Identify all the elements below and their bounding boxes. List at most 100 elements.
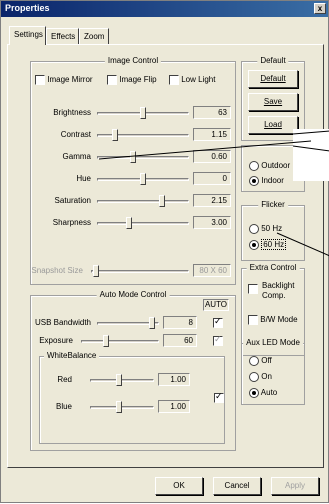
backlight-comp-checkbox[interactable] xyxy=(248,284,258,294)
brightness-value: 63 xyxy=(193,106,231,119)
white-balance-auto-checkbox[interactable] xyxy=(214,391,224,403)
blue-value: 1.00 xyxy=(158,400,190,413)
close-icon: x xyxy=(317,4,323,13)
image-mirror-option[interactable]: Image Mirror xyxy=(35,75,93,85)
brightness-label: Brightness xyxy=(53,108,91,117)
usb-bandwidth-thumb[interactable] xyxy=(149,317,155,329)
aux-led-auto-label: Auto xyxy=(260,388,278,398)
bw-mode-option[interactable]: B/W Mode xyxy=(248,315,298,325)
exposure-row: Exposure 60 xyxy=(31,334,237,348)
usb-bandwidth-auto-checkbox[interactable] xyxy=(213,316,223,328)
outdoor-radio[interactable] xyxy=(249,161,259,171)
exposure-auto-checkbox[interactable] xyxy=(213,334,223,346)
saturation-label: Saturation xyxy=(54,196,91,205)
image-flip-option[interactable]: Image Flip xyxy=(107,75,157,85)
saturation-slider[interactable] xyxy=(97,194,189,208)
default-button[interactable]: Default xyxy=(248,70,298,88)
brightness-slider[interactable] xyxy=(97,106,189,120)
usb-bandwidth-slider[interactable] xyxy=(97,316,159,330)
image-mirror-checkbox[interactable] xyxy=(35,75,45,85)
sharpness-thumb[interactable] xyxy=(126,217,132,229)
aux-led-on-label: On xyxy=(261,372,272,382)
blue-row: Blue 1.00 xyxy=(40,400,200,414)
aux-led-auto-radio[interactable] xyxy=(249,388,259,398)
aux-led-off-label: Off xyxy=(261,356,272,366)
bw-mode-label: B/W Mode xyxy=(260,315,298,325)
red-value: 1.00 xyxy=(158,373,190,386)
exposure-slider[interactable] xyxy=(81,334,159,348)
outdoor-option[interactable]: Outdoor xyxy=(249,161,290,171)
low-light-label: Low Light xyxy=(181,75,216,85)
tab-settings[interactable]: Settings xyxy=(9,26,46,45)
gamma-slider[interactable] xyxy=(97,150,189,164)
contrast-row: Contrast 1.15 xyxy=(31,128,237,142)
aux-led-auto-option[interactable]: Auto xyxy=(249,388,277,398)
bw-mode-checkbox[interactable] xyxy=(248,315,258,325)
hue-label: Hue xyxy=(76,174,91,183)
red-slider[interactable] xyxy=(90,373,154,387)
properties-window: Properties x Settings Effects Zoom Image… xyxy=(0,0,329,503)
image-control-group: Image Control Image Mirror Image Flip Lo… xyxy=(30,56,237,285)
aux-led-on-option[interactable]: On xyxy=(249,372,272,382)
close-button[interactable]: x xyxy=(314,3,326,14)
settings-panel: Image Control Image Mirror Image Flip Lo… xyxy=(7,44,324,468)
cancel-button[interactable]: Cancel xyxy=(213,477,261,495)
hue-slider[interactable] xyxy=(97,172,189,186)
default-title: Default xyxy=(257,56,289,65)
gamma-row: Gamma 0.60 xyxy=(31,150,237,164)
flicker-50hz-radio[interactable] xyxy=(249,224,259,234)
low-light-checkbox[interactable] xyxy=(169,75,179,85)
snapshot-size-thumb[interactable] xyxy=(93,265,99,277)
contrast-thumb[interactable] xyxy=(112,129,118,141)
red-row: Red 1.00 xyxy=(40,373,200,387)
exposure-thumb[interactable] xyxy=(103,335,109,347)
indoor-label: Indoor xyxy=(261,176,284,186)
gamma-thumb[interactable] xyxy=(130,151,136,163)
image-flip-checkbox[interactable] xyxy=(107,75,117,85)
brightness-thumb[interactable] xyxy=(140,107,146,119)
tab-effects[interactable]: Effects xyxy=(46,28,79,45)
usb-bandwidth-value: 8 xyxy=(163,316,197,329)
auto-column-header: AUTO xyxy=(203,299,229,311)
snapshot-size-slider[interactable] xyxy=(91,264,189,278)
blue-slider[interactable] xyxy=(90,400,154,414)
image-flip-label: Image Flip xyxy=(119,75,157,85)
sharpness-slider[interactable] xyxy=(97,216,189,230)
aux-led-title: Aux LED Mode xyxy=(243,338,303,347)
aux-led-on-radio[interactable] xyxy=(249,372,259,382)
auto-mode-group: Auto Mode Control AUTO USB Bandwidth 8 E… xyxy=(30,290,237,451)
low-light-option[interactable]: Low Light xyxy=(169,75,215,85)
blue-thumb[interactable] xyxy=(116,401,122,413)
brightness-row: Brightness 63 xyxy=(31,106,237,120)
contrast-slider[interactable] xyxy=(97,128,189,142)
title-bar: Properties x xyxy=(1,1,328,17)
tab-zoom[interactable]: Zoom xyxy=(79,28,109,45)
sharpness-label: Sharpness xyxy=(52,218,91,227)
indoor-option[interactable]: Indoor xyxy=(249,176,284,186)
load-button[interactable]: Load xyxy=(248,116,298,134)
indoor-radio[interactable] xyxy=(249,176,259,186)
contrast-value: 1.15 xyxy=(193,128,231,141)
save-button[interactable]: Save xyxy=(248,93,298,111)
aux-led-off-radio[interactable] xyxy=(249,356,259,366)
apply-button[interactable]: Apply xyxy=(271,477,319,495)
red-thumb[interactable] xyxy=(116,374,122,386)
hue-value: 0 xyxy=(193,172,231,185)
contrast-label: Contrast xyxy=(60,130,91,139)
ok-button[interactable]: OK xyxy=(155,477,203,495)
red-label: Red xyxy=(57,375,72,384)
image-options-row: Image Mirror Image Flip Low Light xyxy=(35,74,231,88)
saturation-row: Saturation 2.15 xyxy=(31,194,237,208)
sharpness-value: 3.00 xyxy=(193,216,231,229)
saturation-thumb[interactable] xyxy=(159,195,165,207)
flicker-50hz-option[interactable]: 50 Hz xyxy=(249,224,282,234)
flicker-60hz-option[interactable]: 60 Hz xyxy=(249,239,287,251)
hue-thumb[interactable] xyxy=(140,173,146,185)
flicker-60hz-label: 60 Hz xyxy=(261,239,287,251)
image-control-title: Image Control xyxy=(104,56,162,65)
sharpness-row: Sharpness 3.00 xyxy=(31,216,237,230)
flicker-60hz-radio[interactable] xyxy=(249,240,259,250)
aux-led-off-option[interactable]: Off xyxy=(249,356,272,366)
hue-row: Hue 0 xyxy=(31,172,237,186)
aux-led-group: Aux LED Mode Off On Auto xyxy=(241,338,305,405)
